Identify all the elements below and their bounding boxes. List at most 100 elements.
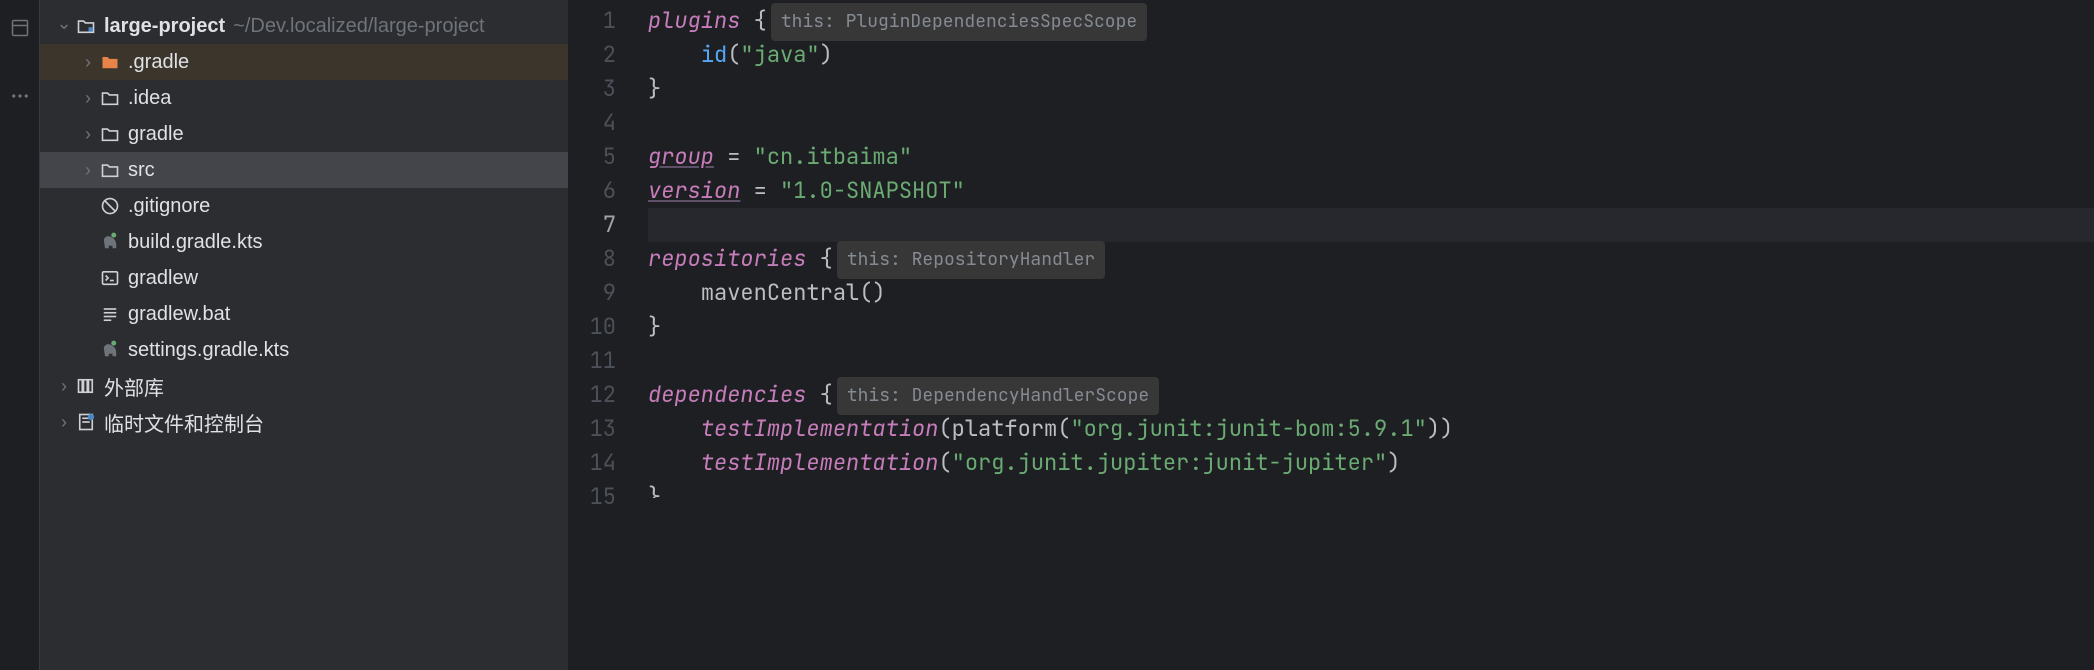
- code-line[interactable]: plugins {this: PluginDependenciesSpecSco…: [648, 4, 2094, 38]
- terminal-file-icon: [100, 268, 120, 288]
- code-token: {: [820, 380, 833, 409]
- inline-hint: this: DependencyHandlerScope: [837, 377, 1159, 415]
- module-folder-icon: [76, 16, 96, 36]
- code-line[interactable]: mavenCentral(): [648, 276, 2094, 310]
- tree-item[interactable]: gradlew.bat: [40, 296, 568, 332]
- gradle-file-icon: [100, 232, 120, 252]
- inline-hint: this: PluginDependenciesSpecScope: [771, 3, 1147, 41]
- code-token: )): [1427, 414, 1453, 443]
- tree-item-label: settings.gradle.kts: [128, 339, 289, 362]
- code-line[interactable]: }: [648, 310, 2094, 344]
- external-libraries-label: 外部库: [104, 372, 164, 401]
- tree-item[interactable]: src: [40, 152, 568, 188]
- code-token: mavenCentral: [701, 278, 859, 307]
- gradle-file-icon: [100, 340, 120, 360]
- editor-gutter: 123456789101112131415: [568, 0, 640, 670]
- code-token: plugins: [648, 6, 754, 35]
- gutter-line-number[interactable]: 7: [568, 208, 616, 242]
- code-line[interactable]: [648, 344, 2094, 378]
- project-root-row[interactable]: large-project ~/Dev.localized/large-proj…: [40, 8, 568, 44]
- code-line[interactable]: [648, 106, 2094, 140]
- code-token: (: [938, 448, 951, 477]
- code-token: testImplementation: [701, 448, 939, 477]
- external-libraries-row[interactable]: 外部库: [40, 368, 568, 404]
- chevron-down-icon[interactable]: [52, 16, 76, 37]
- gutter-line-number[interactable]: 11: [568, 344, 616, 378]
- gutter-line-number[interactable]: 1: [568, 4, 616, 38]
- code-line[interactable]: dependencies {this: DependencyHandlerSco…: [648, 378, 2094, 412]
- code-token: }: [648, 482, 661, 498]
- code-token: dependencies: [648, 380, 820, 409]
- chevron-right-icon[interactable]: [52, 412, 76, 433]
- code-token: (: [938, 414, 951, 443]
- tool-window-stripe: [0, 0, 40, 670]
- code-line[interactable]: repositories {this: RepositoryHandler: [648, 242, 2094, 276]
- code-token: }: [648, 74, 661, 103]
- code-token: "org.junit.jupiter:junit-jupiter": [952, 448, 1388, 477]
- code-token: (): [859, 278, 885, 307]
- code-token: platform: [952, 414, 1058, 443]
- tree-item[interactable]: settings.gradle.kts: [40, 332, 568, 368]
- tree-item-label: .gradle: [128, 51, 189, 74]
- code-token: "java": [740, 40, 819, 69]
- gutter-line-number[interactable]: 13: [568, 412, 616, 446]
- project-root-label: large-project: [104, 15, 225, 38]
- gutter-line-number[interactable]: 5: [568, 140, 616, 174]
- code-token: id: [701, 40, 727, 69]
- tree-item-label: gradlew: [128, 267, 198, 290]
- code-content[interactable]: plugins {this: PluginDependenciesSpecSco…: [640, 0, 2094, 670]
- gutter-line-number[interactable]: 12: [568, 378, 616, 412]
- tree-item-label: gradlew.bat: [128, 303, 230, 326]
- gutter-line-number[interactable]: 9: [568, 276, 616, 310]
- code-token: testImplementation: [701, 414, 939, 443]
- gutter-line-number[interactable]: 3: [568, 72, 616, 106]
- gutter-line-number[interactable]: 10: [568, 310, 616, 344]
- chevron-right-icon[interactable]: [76, 160, 100, 181]
- scratches-row[interactable]: 临时文件和控制台: [40, 404, 568, 440]
- library-icon: [76, 376, 96, 396]
- code-token: }: [648, 312, 661, 341]
- tree-item-label: gradle: [128, 123, 184, 146]
- tree-item[interactable]: gradlew: [40, 260, 568, 296]
- tree-item-label: build.gradle.kts: [128, 231, 263, 254]
- gutter-line-number[interactable]: 15: [568, 480, 616, 498]
- chevron-right-icon[interactable]: [76, 52, 100, 73]
- tree-item[interactable]: .gradle: [40, 44, 568, 80]
- code-token: ): [820, 40, 833, 69]
- gutter-line-number[interactable]: 4: [568, 106, 616, 140]
- code-line[interactable]: testImplementation(platform("org.junit:j…: [648, 412, 2094, 446]
- gutter-line-number[interactable]: 14: [568, 446, 616, 480]
- code-line[interactable]: id("java"): [648, 38, 2094, 72]
- tree-item[interactable]: gradle: [40, 116, 568, 152]
- gutter-line-number[interactable]: 8: [568, 242, 616, 276]
- code-token: [648, 414, 701, 443]
- folder-icon: [100, 124, 120, 144]
- more-icon[interactable]: [10, 86, 30, 106]
- tree-item[interactable]: .idea: [40, 80, 568, 116]
- tree-item[interactable]: build.gradle.kts: [40, 224, 568, 260]
- stripe-icon[interactable]: [10, 18, 30, 38]
- code-line[interactable]: }: [648, 72, 2094, 106]
- chevron-right-icon[interactable]: [76, 88, 100, 109]
- code-line[interactable]: group = "cn.itbaima": [648, 140, 2094, 174]
- gutter-line-number[interactable]: 2: [568, 38, 616, 72]
- tree-item[interactable]: .gitignore: [40, 188, 568, 224]
- code-editor[interactable]: 123456789101112131415 plugins {this: Plu…: [568, 0, 2094, 670]
- chevron-right-icon[interactable]: [76, 124, 100, 145]
- gutter-line-number[interactable]: 6: [568, 174, 616, 208]
- code-token: {: [754, 6, 767, 35]
- code-line[interactable]: version = "1.0-SNAPSHOT": [648, 174, 2094, 208]
- code-line[interactable]: testImplementation("org.junit.jupiter:ju…: [648, 446, 2094, 480]
- code-token: repositories: [648, 244, 820, 273]
- code-line[interactable]: }: [648, 480, 2094, 498]
- code-line[interactable]: [648, 208, 2094, 242]
- code-token: {: [820, 244, 833, 273]
- project-root-path: ~/Dev.localized/large-project: [233, 15, 484, 38]
- gitignore-icon: [100, 196, 120, 216]
- inline-hint: this: RepositoryHandler: [837, 241, 1105, 279]
- folder-icon: [100, 88, 120, 108]
- scratches-icon: [76, 412, 96, 432]
- code-token: ): [1387, 448, 1400, 477]
- code-token: "1.0-SNAPSHOT": [780, 176, 965, 205]
- chevron-right-icon[interactable]: [52, 376, 76, 397]
